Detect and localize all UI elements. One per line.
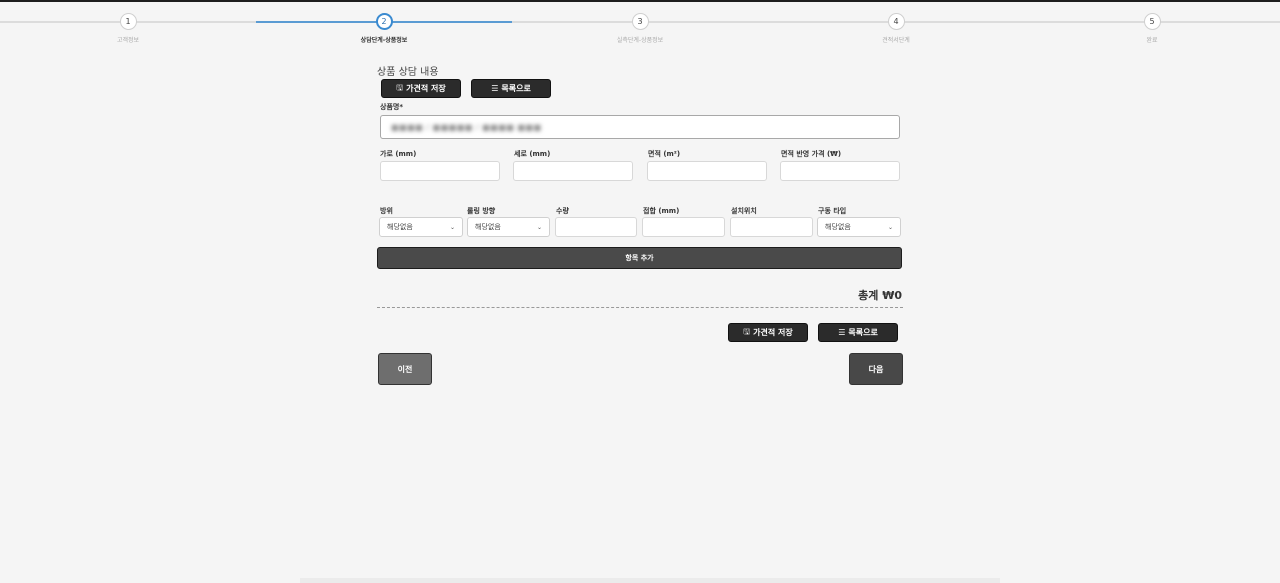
step-number: 3 <box>631 13 649 30</box>
section-title: 상품 상담 내용 <box>377 67 439 78</box>
direction-select[interactable]: 해당없음 ⌄ <box>379 217 463 237</box>
step-2[interactable]: 2 상담단계-상품정보 <box>256 12 512 44</box>
step-number: 4 <box>887 13 905 30</box>
step-label: 실측단계-상품정보 <box>616 37 664 44</box>
step-number: 5 <box>1143 13 1161 30</box>
rolling-label: 롤링 방향 <box>467 207 496 215</box>
rolling-value: 해당없음 <box>475 223 501 231</box>
add-item-button[interactable]: 항목 추가 <box>377 247 902 269</box>
rolling-select[interactable]: 해당없음 ⌄ <box>467 217 550 237</box>
step-label: 상담단계-상품정보 <box>360 37 408 44</box>
next-button[interactable]: 다음 <box>849 353 903 385</box>
direction-value: 해당없음 <box>387 223 413 231</box>
area-price-label: 면적 반영 가격 (₩) <box>781 150 842 158</box>
save-quote-button-bottom[interactable]: 🖫 가견적 저장 <box>728 323 808 342</box>
fold-label: 접합 (mm) <box>643 207 680 215</box>
width-label: 가로 (mm) <box>380 150 417 158</box>
save-quote-button[interactable]: 🖫 가견적 저장 <box>381 79 461 98</box>
to-list-button[interactable]: ☰ 목록으로 <box>471 79 551 98</box>
drive-label: 구동 타입 <box>818 207 847 215</box>
quantity-label: 수량 <box>556 207 569 215</box>
step-label: 견적서단계 <box>882 37 910 44</box>
progress-stepper: 1 고객정보 2 상담단계-상품정보 3 실측단계-상품정보 4 견적서단계 5… <box>0 12 1280 52</box>
total-amount: 총계 ₩0 <box>858 289 902 302</box>
prev-button[interactable]: 이전 <box>378 353 432 385</box>
product-name-value: ■■■■ / ■■■■■ / ■■■■ ■■■ <box>391 122 542 132</box>
save-quote-label: 가견적 저장 <box>406 84 446 93</box>
chevron-down-icon: ⌄ <box>536 223 542 231</box>
to-list-label: 목록으로 <box>501 84 531 93</box>
product-name-input[interactable]: ■■■■ / ■■■■■ / ■■■■ ■■■ <box>380 115 900 139</box>
area-input[interactable] <box>647 161 767 181</box>
step-number: 1 <box>119 13 137 30</box>
total-divider <box>377 307 903 308</box>
bottom-shade <box>300 578 1000 583</box>
chevron-down-icon: ⌄ <box>449 223 455 231</box>
quantity-input[interactable] <box>555 217 637 237</box>
to-list-label: 목록으로 <box>848 328 878 337</box>
save-icon: 🖫 <box>743 326 751 336</box>
drive-select[interactable]: 해당없음 ⌄ <box>817 217 901 237</box>
direction-label: 방위 <box>380 207 393 215</box>
install-label: 설치위치 <box>731 207 757 215</box>
area-price-input[interactable] <box>780 161 900 181</box>
save-icon: 🖫 <box>396 82 404 92</box>
to-list-button-bottom[interactable]: ☰ 목록으로 <box>818 323 898 342</box>
height-input[interactable] <box>513 161 633 181</box>
product-consult-form: 상품 상담 내용 🖫 가견적 저장 ☰ 목록으로 상품명* ■■■■ / ■■■… <box>377 60 903 385</box>
step-5[interactable]: 5 완료 <box>1024 12 1280 44</box>
step-label: 완료 <box>1146 37 1158 44</box>
drive-value: 해당없음 <box>825 223 851 231</box>
width-input[interactable] <box>380 161 500 181</box>
area-label: 면적 (m²) <box>648 150 681 158</box>
list-icon: ☰ <box>491 84 499 93</box>
chevron-down-icon: ⌄ <box>887 223 893 231</box>
height-label: 세로 (mm) <box>514 150 551 158</box>
install-input[interactable] <box>730 217 813 237</box>
step-number: 2 <box>375 13 393 30</box>
top-border <box>0 0 1280 2</box>
save-quote-label: 가견적 저장 <box>753 328 793 337</box>
step-3[interactable]: 3 실측단계-상품정보 <box>512 12 768 44</box>
product-name-label: 상품명* <box>380 103 403 111</box>
list-icon: ☰ <box>838 328 846 337</box>
step-4[interactable]: 4 견적서단계 <box>768 12 1024 44</box>
step-label: 고객정보 <box>116 37 140 44</box>
fold-input[interactable] <box>642 217 725 237</box>
step-1[interactable]: 1 고객정보 <box>0 12 256 44</box>
